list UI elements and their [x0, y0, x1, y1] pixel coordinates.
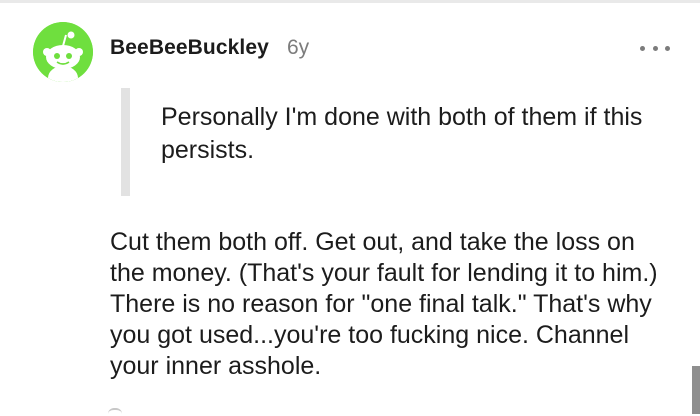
reddit-snoo-avatar-icon — [33, 22, 93, 82]
more-dot — [640, 45, 645, 51]
avatar[interactable] — [33, 22, 93, 82]
comment-age: 6y — [287, 36, 310, 59]
blockquote-bar — [121, 88, 130, 196]
next-element-edge — [108, 408, 122, 416]
more-dot — [665, 45, 670, 51]
more-dot — [652, 45, 658, 51]
comment: BeeBeeBuckley 6y Personally I'm done wit… — [0, 0, 700, 414]
scrollbar-thumb[interactable] — [692, 366, 700, 414]
comment-author[interactable]: BeeBeeBuckley — [110, 36, 269, 60]
comment-body: Cut them both off. Get out, and take the… — [110, 228, 658, 380]
blockquote-text: Personally I'm done with both of them if… — [161, 103, 643, 164]
more-options-icon[interactable] — [640, 38, 670, 58]
